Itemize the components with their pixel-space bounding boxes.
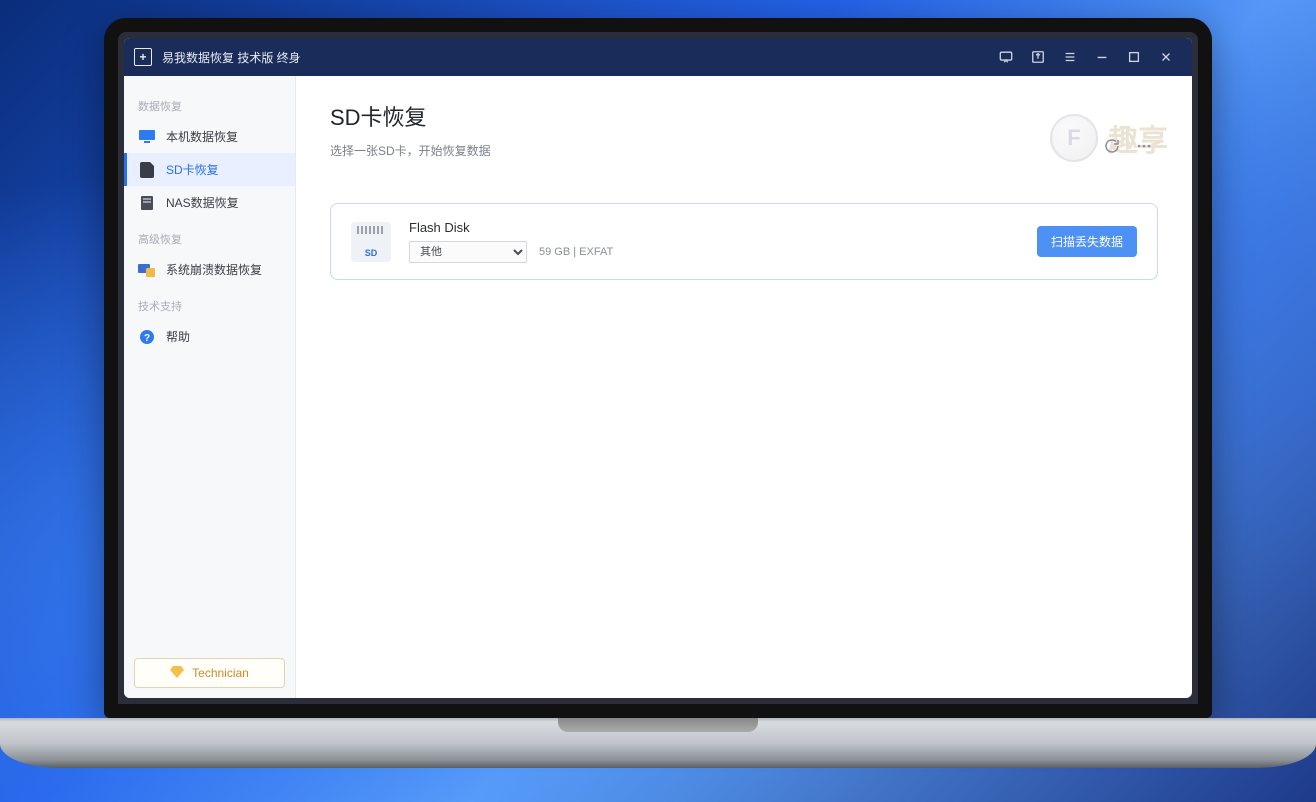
page-subtitle: 选择一张SD卡，开始恢复数据	[330, 142, 1158, 159]
sidebar-section-support: 技术支持	[124, 286, 295, 320]
share-icon[interactable]	[1022, 42, 1054, 72]
sd-device-icon: SD	[351, 222, 391, 262]
sidebar-section-advanced: 高级恢复	[124, 219, 295, 253]
help-icon: ?	[138, 329, 156, 345]
diamond-icon	[170, 666, 184, 681]
menu-icon[interactable]	[1054, 42, 1086, 72]
app-title: 易我数据恢复 技术版 终身	[162, 49, 301, 66]
sidebar-item-sd-recovery[interactable]: SD卡恢复	[124, 153, 295, 186]
device-card: SD Flash Disk 其他 59 GB | EXFAT 扫描丢失数据	[330, 203, 1158, 280]
sd-card-icon	[138, 162, 156, 178]
device-meta: 59 GB | EXFAT	[539, 246, 613, 258]
technician-badge[interactable]: Technician	[134, 658, 285, 688]
more-icon[interactable]	[1136, 138, 1152, 157]
sidebar-item-crash-recovery[interactable]: 系统崩溃数据恢复	[124, 253, 295, 286]
close-button[interactable]	[1150, 42, 1182, 72]
sidebar: 数据恢复 本机数据恢复 SD卡恢复	[124, 76, 296, 698]
maximize-button[interactable]	[1118, 42, 1150, 72]
sidebar-item-label: SD卡恢复	[166, 161, 219, 178]
device-type-select[interactable]: 其他	[409, 241, 527, 263]
laptop-frame: + 易我数据恢复 技术版 终身	[104, 18, 1212, 768]
scan-button[interactable]: 扫描丢失数据	[1037, 226, 1137, 257]
sidebar-item-local-recovery[interactable]: 本机数据恢复	[124, 120, 295, 153]
main-content: F 趣享 SD卡恢复 选择一张SD卡，开始恢复数据	[296, 76, 1192, 698]
sidebar-section-data-recovery: 数据恢复	[124, 86, 295, 120]
app-logo-icon: +	[134, 48, 152, 66]
svg-text:?: ?	[144, 333, 150, 344]
laptop-notch	[558, 718, 758, 732]
technician-label: Technician	[192, 666, 249, 680]
sidebar-item-label: 系统崩溃数据恢复	[166, 261, 262, 278]
minimize-button[interactable]	[1086, 42, 1118, 72]
app-window: + 易我数据恢复 技术版 终身	[124, 38, 1192, 698]
sidebar-item-label: 帮助	[166, 328, 190, 345]
page-title: SD卡恢复	[330, 100, 1158, 132]
laptop-screen: + 易我数据恢复 技术版 终身	[104, 18, 1212, 718]
monitor-icon	[138, 129, 156, 145]
sidebar-item-help[interactable]: ? 帮助	[124, 320, 295, 353]
laptop-base	[0, 718, 1316, 768]
titlebar: + 易我数据恢复 技术版 终身	[124, 38, 1192, 76]
sidebar-item-nas-recovery[interactable]: NAS数据恢复	[124, 186, 295, 219]
device-name: Flash Disk	[409, 220, 1019, 235]
sidebar-item-label: 本机数据恢复	[166, 128, 238, 145]
sidebar-item-label: NAS数据恢复	[166, 194, 239, 211]
crash-icon	[138, 262, 156, 278]
nas-icon	[138, 195, 156, 211]
refresh-icon[interactable]	[1104, 138, 1120, 157]
feedback-icon[interactable]	[990, 42, 1022, 72]
